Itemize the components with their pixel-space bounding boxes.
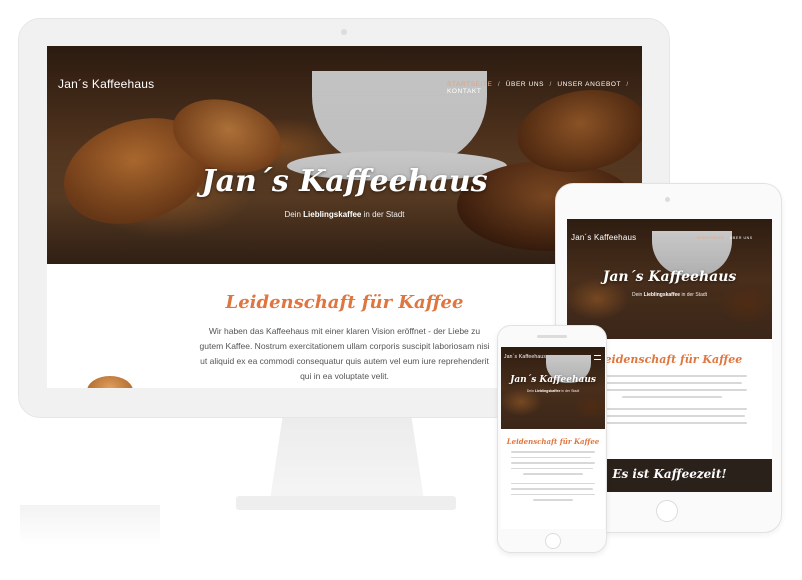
tablet-camera bbox=[665, 197, 670, 202]
phone-speaker bbox=[537, 335, 567, 338]
nav-link-angebot[interactable]: UNSER ANGEBOT bbox=[557, 81, 621, 88]
nav-link-kontakt[interactable]: KONTAKT bbox=[447, 88, 481, 95]
tablet-section-text bbox=[597, 375, 747, 429]
tablet-nav-link[interactable]: ÜBER UNS bbox=[730, 236, 753, 240]
brand-logo[interactable]: Jan´s Kaffeehaus bbox=[58, 77, 154, 91]
section-title: Leidenschaft für Kaffee bbox=[225, 292, 464, 313]
phone-hero-title: Jan´s Kaffeehaus bbox=[510, 375, 596, 385]
hero-image: Jan´s Kaffeehaus STARTSEITE / ÜBER UNS /… bbox=[47, 46, 642, 264]
croissant-shape bbox=[87, 376, 133, 388]
phone-section-text bbox=[511, 451, 595, 501]
monitor-camera bbox=[341, 29, 347, 35]
tablet-nav: STARTSEITE ÜBER UNS bbox=[697, 236, 753, 240]
main-nav: STARTSEITE / ÜBER UNS / UNSER ANGEBOT / … bbox=[447, 81, 629, 95]
tablet-home-button[interactable] bbox=[656, 500, 678, 522]
tablet-hero-image: Jan´s Kaffeehaus STARTSEITE ÜBER UNS Jan… bbox=[567, 219, 772, 339]
tablet-hero-subtitle: Dein Lieblingskaffee in der Stadt bbox=[631, 292, 708, 298]
monitor-base bbox=[236, 496, 456, 510]
phone-brand[interactable]: Jan´s Kaffeehaus bbox=[504, 354, 546, 360]
nav-link-startseite[interactable]: STARTSEITE bbox=[447, 81, 493, 88]
hero-subtitle: Dein Lieblingskaffee in der Stadt bbox=[284, 210, 405, 219]
section-text: Wir haben das Kaffeehaus mit einer klare… bbox=[199, 326, 490, 381]
tablet-brand[interactable]: Jan´s Kaffeehaus bbox=[571, 233, 636, 242]
phone-section-title: Leidenschaft für Kaffee bbox=[506, 437, 600, 446]
tablet-nav-link[interactable]: STARTSEITE bbox=[697, 236, 724, 240]
phone-hero-image: Jan´s Kaffeehaus Jan´s Kaffeehaus Dein L… bbox=[501, 347, 605, 429]
menu-icon[interactable] bbox=[594, 355, 601, 360]
phone-home-button[interactable] bbox=[545, 533, 561, 549]
hero-title: Jan´s Kaffeehaus bbox=[201, 164, 488, 199]
phone-screen: Jan´s Kaffeehaus Jan´s Kaffeehaus Dein L… bbox=[501, 347, 605, 529]
monitor-stand bbox=[268, 418, 426, 508]
phone-hero-subtitle: Dein Lieblingskaffee in der Stadt bbox=[526, 389, 580, 393]
nav-link-ueber-uns[interactable]: ÜBER UNS bbox=[506, 81, 544, 88]
tablet-hero-title: Jan´s Kaffeehaus bbox=[602, 269, 737, 285]
